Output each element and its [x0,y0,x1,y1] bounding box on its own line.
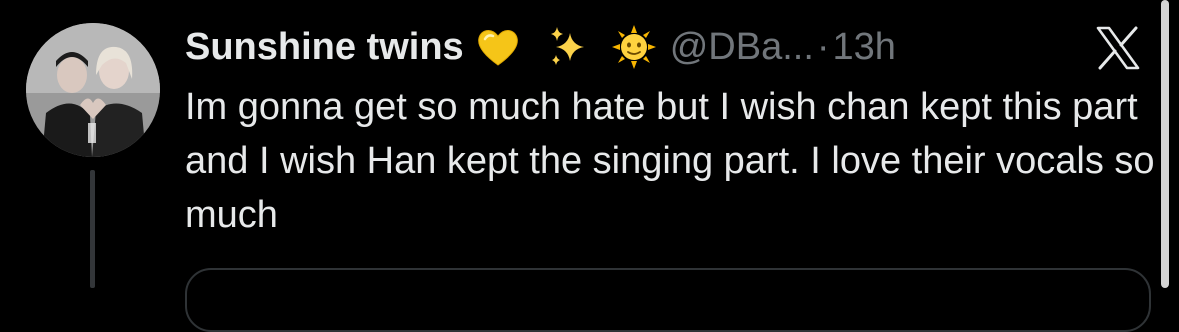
yellow-heart-icon [476,27,520,67]
avatar-photo [26,23,160,157]
tweet-header: Sunshine twins @DBa... · 13h [185,22,896,72]
timestamp[interactable]: 13h [833,26,896,69]
display-name[interactable]: Sunshine twins [185,26,464,69]
sparkles-icon [546,25,590,69]
scrollbar[interactable] [1161,0,1169,288]
thread-connector-line [90,170,95,288]
x-logo-icon [1094,26,1142,70]
separator-dot: · [816,25,830,68]
author-handle[interactable]: @DBa... [670,26,814,69]
quoted-tweet-card[interactable] [185,268,1151,332]
sun-with-face-icon [611,25,656,69]
tweet-text: Im gonna get so much hate but I wish cha… [185,86,1155,236]
avatar[interactable] [26,23,160,157]
